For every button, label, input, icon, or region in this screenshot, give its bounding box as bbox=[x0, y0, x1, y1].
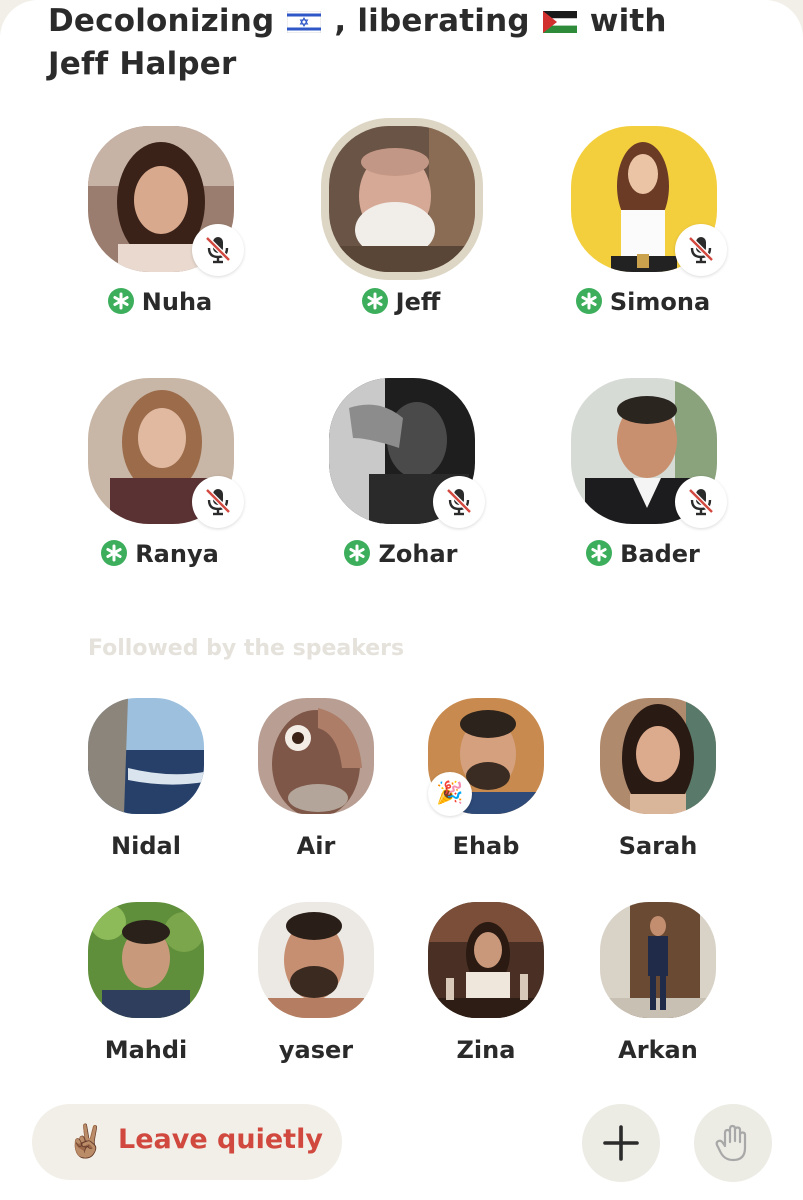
room-sheet: Decolonizing , liberating with Jeff Halp… bbox=[0, 0, 803, 1200]
raise-hand-button[interactable] bbox=[694, 1104, 772, 1182]
listener-mahdi[interactable]: Mahdi bbox=[60, 902, 230, 1082]
palestine-flag-icon bbox=[542, 11, 577, 33]
asterisk-icon bbox=[580, 292, 598, 310]
leave-quietly-label: Leave quietly bbox=[118, 1124, 323, 1155]
avatar[interactable] bbox=[88, 902, 204, 1018]
leave-quietly-button[interactable]: ✌🏽 Leave quietly bbox=[32, 1104, 342, 1180]
avatar[interactable] bbox=[88, 698, 204, 814]
asterisk-icon bbox=[112, 292, 130, 310]
room-title-part2: , liberating bbox=[334, 3, 530, 39]
moderator-badge bbox=[101, 540, 128, 566]
speaker-nuha[interactable]: Nuha bbox=[60, 126, 260, 356]
listener-sarah[interactable]: Sarah bbox=[572, 698, 742, 878]
mute-badge bbox=[433, 476, 485, 528]
mute-badge bbox=[192, 224, 244, 276]
mic-off-icon bbox=[687, 235, 715, 265]
listener-name: Air bbox=[296, 832, 336, 860]
room-title-part1: Decolonizing bbox=[48, 3, 275, 39]
listener-air[interactable]: Air bbox=[230, 698, 400, 878]
asterisk-icon bbox=[348, 544, 366, 562]
room-title: Decolonizing , liberating with Jeff Halp… bbox=[48, 0, 748, 86]
listener-zina[interactable]: Zina bbox=[400, 902, 570, 1082]
moderator-badge bbox=[575, 288, 602, 314]
room-title-line2: Jeff Halper bbox=[48, 46, 237, 82]
asterisk-icon bbox=[105, 544, 123, 562]
israel-flag-icon bbox=[287, 11, 322, 33]
speaker-simona[interactable]: Simona bbox=[543, 126, 743, 356]
mic-off-icon bbox=[204, 235, 232, 265]
listener-name: Sarah bbox=[618, 832, 698, 860]
mic-off-icon bbox=[204, 487, 232, 517]
listener-ehab[interactable]: 🎉 Ehab bbox=[400, 698, 570, 878]
avatar-speaking[interactable] bbox=[321, 118, 483, 280]
speaker-name: Simona bbox=[609, 288, 711, 316]
listener-nidal[interactable]: Nidal bbox=[60, 698, 230, 878]
avatar[interactable] bbox=[428, 902, 544, 1018]
speaker-name: Ranya bbox=[135, 540, 219, 568]
room-title-part3: with bbox=[589, 3, 667, 39]
moderator-badge bbox=[344, 540, 371, 566]
listener-name: Mahdi bbox=[104, 1036, 188, 1064]
listener-name: Nidal bbox=[111, 832, 181, 860]
avatar[interactable] bbox=[600, 902, 716, 1018]
moderator-badge bbox=[586, 540, 613, 566]
mute-badge bbox=[675, 224, 727, 276]
hand-icon bbox=[715, 1124, 747, 1162]
speaker-name: Nuha bbox=[141, 288, 213, 316]
plus-icon bbox=[603, 1125, 639, 1161]
speaker-bader[interactable]: Bader bbox=[543, 378, 743, 608]
avatar[interactable] bbox=[258, 698, 374, 814]
avatar[interactable] bbox=[258, 902, 374, 1018]
mic-off-icon bbox=[445, 487, 473, 517]
listener-name: Ehab bbox=[452, 832, 520, 860]
moderator-badge bbox=[361, 288, 388, 314]
speaker-ranya[interactable]: Ranya bbox=[60, 378, 260, 608]
asterisk-icon bbox=[366, 292, 384, 310]
speaker-jeff[interactable]: Jeff bbox=[301, 118, 501, 356]
mic-off-icon bbox=[687, 487, 715, 517]
add-button[interactable] bbox=[582, 1104, 660, 1182]
listener-name: Arkan bbox=[618, 1036, 698, 1064]
speaker-name: Zohar bbox=[378, 540, 458, 568]
moderator-badge bbox=[107, 288, 134, 314]
party-popper-icon: 🎉 bbox=[428, 772, 472, 816]
asterisk-icon bbox=[590, 544, 608, 562]
speaker-zohar[interactable]: Zohar bbox=[301, 378, 501, 608]
mute-badge bbox=[192, 476, 244, 528]
listener-yaser[interactable]: yaser bbox=[230, 902, 400, 1082]
listener-arkan[interactable]: Arkan bbox=[572, 902, 742, 1082]
listener-name: yaser bbox=[278, 1036, 354, 1064]
section-label-followed: Followed by the speakers bbox=[88, 636, 405, 661]
speaker-name: Bader bbox=[620, 540, 700, 568]
avatar[interactable] bbox=[600, 698, 716, 814]
speaker-name: Jeff bbox=[395, 288, 441, 316]
mute-badge bbox=[675, 476, 727, 528]
victory-hand-icon: ✌🏽 bbox=[66, 1122, 106, 1160]
listener-name: Zina bbox=[456, 1036, 516, 1064]
